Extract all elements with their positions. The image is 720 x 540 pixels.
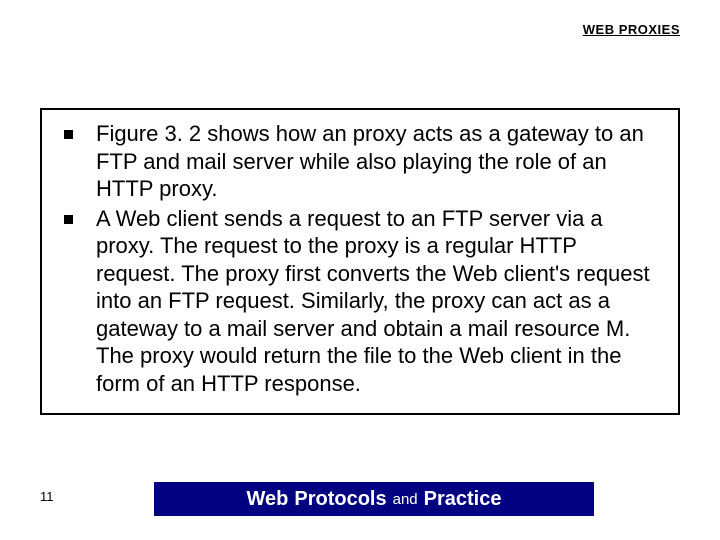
bullet-list: Figure 3. 2 shows how an proxy acts as a…	[60, 120, 660, 397]
footer-word-protocols: Protocols	[294, 488, 386, 511]
slide: WEB PROXIES Figure 3. 2 shows how an pro…	[0, 0, 720, 540]
content-box: Figure 3. 2 shows how an proxy acts as a…	[40, 108, 680, 415]
bullet-icon	[64, 130, 73, 139]
list-item: Figure 3. 2 shows how an proxy acts as a…	[60, 120, 660, 203]
page-header: WEB PROXIES	[583, 22, 680, 37]
footer-word-practice: Practice	[424, 488, 502, 511]
bullet-text: Figure 3. 2 shows how an proxy acts as a…	[96, 121, 644, 201]
list-item: A Web client sends a request to an FTP s…	[60, 205, 660, 398]
page-number: 11	[40, 489, 54, 504]
bullet-icon	[64, 215, 73, 224]
footer-title-bar: Web Protocols and Practice	[154, 482, 594, 516]
footer-word-and: and	[393, 491, 418, 508]
footer-word-web: Web	[247, 488, 289, 511]
bullet-text: A Web client sends a request to an FTP s…	[96, 206, 650, 396]
